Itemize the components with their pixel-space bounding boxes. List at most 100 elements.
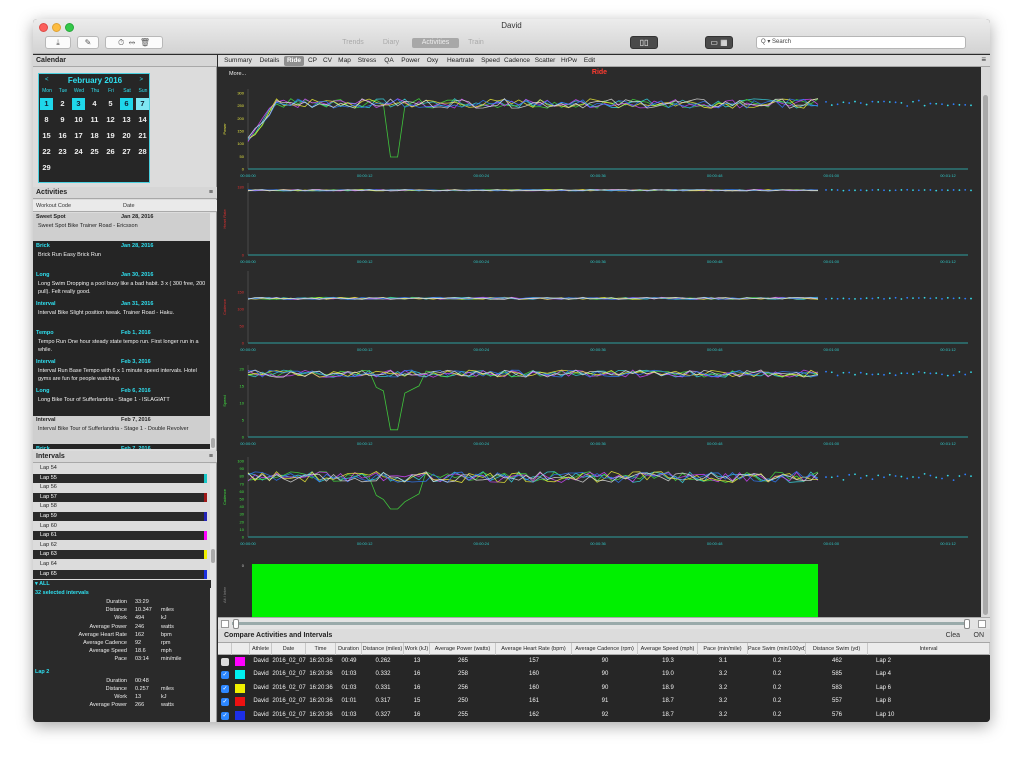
activity-row[interactable]: Brick Jan 28, 2016 Brick Run Easy Brick Ru… [33, 242, 211, 270]
compare-row[interactable]: David 2016_02_07 16:20:36 00:49 0.262 13 265 15… [218, 655, 990, 668]
intervals-scrollbar[interactable] [210, 464, 216, 588]
compare-col-header[interactable]: Distance (miles) [362, 643, 404, 655]
range-end-handle[interactable] [964, 619, 970, 629]
tab-cp[interactable]: CP [306, 56, 319, 66]
activity-row[interactable]: Interval Feb 7, 2016 Interval Bike Tour of… [33, 416, 211, 444]
interval-row[interactable]: Lap 54 [33, 464, 207, 473]
interval-row[interactable]: Lap 63 [33, 550, 207, 560]
interval-row[interactable]: Lap 59 [33, 512, 207, 521]
compare-col-header[interactable]: Distance Swim (yd) [806, 643, 868, 655]
clear-button[interactable]: Clea [946, 629, 960, 643]
compare-color-swatch[interactable] [235, 683, 245, 693]
tab-scatter[interactable]: Scatter [533, 56, 557, 66]
tab-power[interactable]: Power [399, 56, 422, 66]
interval-bar[interactable] [252, 564, 818, 623]
compare-row-checkbox[interactable]: ✓ [221, 711, 229, 720]
activity-row[interactable]: Sweet Spot Jan 28, 2016 Sweet Spot Bike Tr… [33, 213, 211, 241]
compare-col-header[interactable]: Duration [336, 643, 362, 655]
tab-oxy[interactable]: Oxy [424, 56, 441, 66]
calendar-day[interactable]: 17 [72, 130, 85, 142]
interval-row[interactable]: Lap 56 [33, 483, 207, 493]
calendar-day[interactable]: 5 [104, 98, 117, 110]
calendar-day[interactable]: 23 [56, 146, 69, 158]
calendar-day[interactable]: 19 [104, 130, 117, 142]
compare-color-swatch[interactable] [235, 657, 245, 666]
calendar-day[interactable]: 12 [104, 114, 117, 126]
calendar-day[interactable]: 11 [88, 114, 101, 126]
interval-tools-button[interactable]: ⏱ ⇹ 🗑 [105, 36, 163, 49]
view-trends[interactable]: Trends [336, 38, 370, 48]
tab-ride[interactable]: Ride [284, 56, 304, 66]
compare-col-header[interactable]: Date [272, 643, 306, 655]
interval-row[interactable]: Lap 60 [33, 521, 207, 531]
tab-cadence[interactable]: Cadence [503, 56, 531, 66]
range-start-handle[interactable] [233, 619, 239, 629]
interval-row[interactable]: Lap 62 [33, 540, 207, 550]
compare-row-checkbox[interactable]: ✓ [221, 698, 229, 707]
compare-col-header[interactable]: Pace (min/mile) [698, 643, 748, 655]
calendar-day[interactable]: 9 [56, 114, 69, 126]
compare-color-swatch[interactable] [235, 670, 245, 680]
interval-row[interactable]: Lap 58 [33, 502, 207, 512]
compare-col-header[interactable] [218, 643, 232, 655]
summary-scrollbar[interactable] [210, 588, 216, 722]
plot-scroll-thumb[interactable] [983, 95, 988, 615]
tab-hrpw[interactable]: HrPw [559, 56, 579, 66]
interval-row[interactable]: Lap 65 [33, 569, 207, 579]
calendar-day[interactable]: 16 [56, 130, 69, 142]
compare-row[interactable]: ✓ David 2016_02_07 16:20:36 01:01 0.317 15 250 1… [218, 695, 990, 708]
compare-row-checkbox[interactable] [221, 658, 229, 666]
activity-row[interactable]: Tempo Feb 1, 2016 Tempo Run One hour stead… [33, 329, 211, 357]
compare-col-header[interactable]: Pace Swim (min/100yd) [748, 643, 806, 655]
calendar-day[interactable]: 20 [120, 130, 133, 142]
hamburger-icon[interactable]: ≡ [981, 55, 986, 64]
calendar-day[interactable]: 18 [88, 130, 101, 142]
tab-summary[interactable]: Summary [221, 56, 255, 66]
compare-col-header[interactable]: Average Power (watts) [430, 643, 496, 655]
plot-range-slider[interactable] [218, 617, 990, 629]
interval-row[interactable]: Lap 55 [33, 473, 207, 483]
activity-row[interactable]: Interval Feb 3, 2016 Interval Run Base Tem… [33, 358, 211, 386]
interval-row[interactable]: Lap 61 [33, 531, 207, 541]
calendar-day[interactable]: 27 [120, 146, 133, 158]
compare-col-header[interactable]: Interval [868, 643, 990, 655]
compare-col-header[interactable]: Athlete [250, 643, 272, 655]
compare-row[interactable]: ✓ David 2016_02_07 16:20:36 01:03 0.331 16 256 1… [218, 682, 990, 695]
compare-col-header[interactable]: Time [306, 643, 336, 655]
calendar-day[interactable]: 4 [88, 98, 101, 110]
interval-row[interactable]: Lap 64 [33, 560, 207, 569]
activities-scrollbar[interactable] [210, 213, 216, 449]
compare-col-header[interactable]: Average Cadence (rpm) [572, 643, 638, 655]
activity-row[interactable]: Long Feb 6, 2016 Long Bike Tour of Sufferl… [33, 387, 211, 415]
view-train[interactable]: Train [462, 38, 490, 48]
compare-col-header[interactable]: Work (kJ) [404, 643, 430, 655]
calendar-day[interactable]: 3 [72, 98, 85, 110]
tab-cv[interactable]: CV [321, 56, 334, 66]
calendar-day[interactable]: 10 [72, 114, 85, 126]
compare-row[interactable]: ✓ David 2016_02_07 16:20:36 01:03 0.332 16 258 1… [218, 668, 990, 681]
compare-color-swatch[interactable] [235, 697, 245, 707]
calendar-day[interactable]: 2 [56, 98, 69, 110]
download-button[interactable]: ⤓ [45, 36, 71, 49]
tab-details[interactable]: Details [257, 56, 282, 66]
view-activities[interactable]: Activities [412, 38, 459, 48]
calendar-day[interactable]: 1 [40, 98, 53, 110]
calendar-day[interactable]: 13 [120, 114, 133, 126]
compare-col-header[interactable] [232, 643, 250, 655]
activity-row[interactable]: Long Jan 30, 2016 Long Swim Dropping a poo… [33, 271, 211, 299]
intervals-scroll-thumb[interactable] [211, 549, 215, 563]
calendar-day[interactable]: 25 [88, 146, 101, 158]
compare-row[interactable]: ✓ David 2016_02_07 16:20:36 01:03 0.327 16 255 1… [218, 709, 990, 722]
intervals-all-toggle[interactable]: ▾ ALL [33, 580, 211, 588]
compare-row-checkbox[interactable]: ✓ [221, 671, 229, 680]
activity-row[interactable]: Interval Jan 31, 2016 Interval Bike Slight… [33, 300, 211, 328]
range-right-arrow[interactable] [978, 620, 986, 628]
calendar-day[interactable]: 15 [40, 130, 53, 142]
calendar-day[interactable]: 24 [72, 146, 85, 158]
tab-map[interactable]: Map [336, 56, 353, 66]
calendar-day[interactable]: 22 [40, 146, 53, 158]
calendar-day[interactable]: 6 [120, 98, 133, 110]
edit-button[interactable]: ✎ [77, 36, 99, 49]
calendar-day[interactable]: 26 [104, 146, 117, 158]
calendar-day[interactable]: 7 [136, 98, 149, 110]
